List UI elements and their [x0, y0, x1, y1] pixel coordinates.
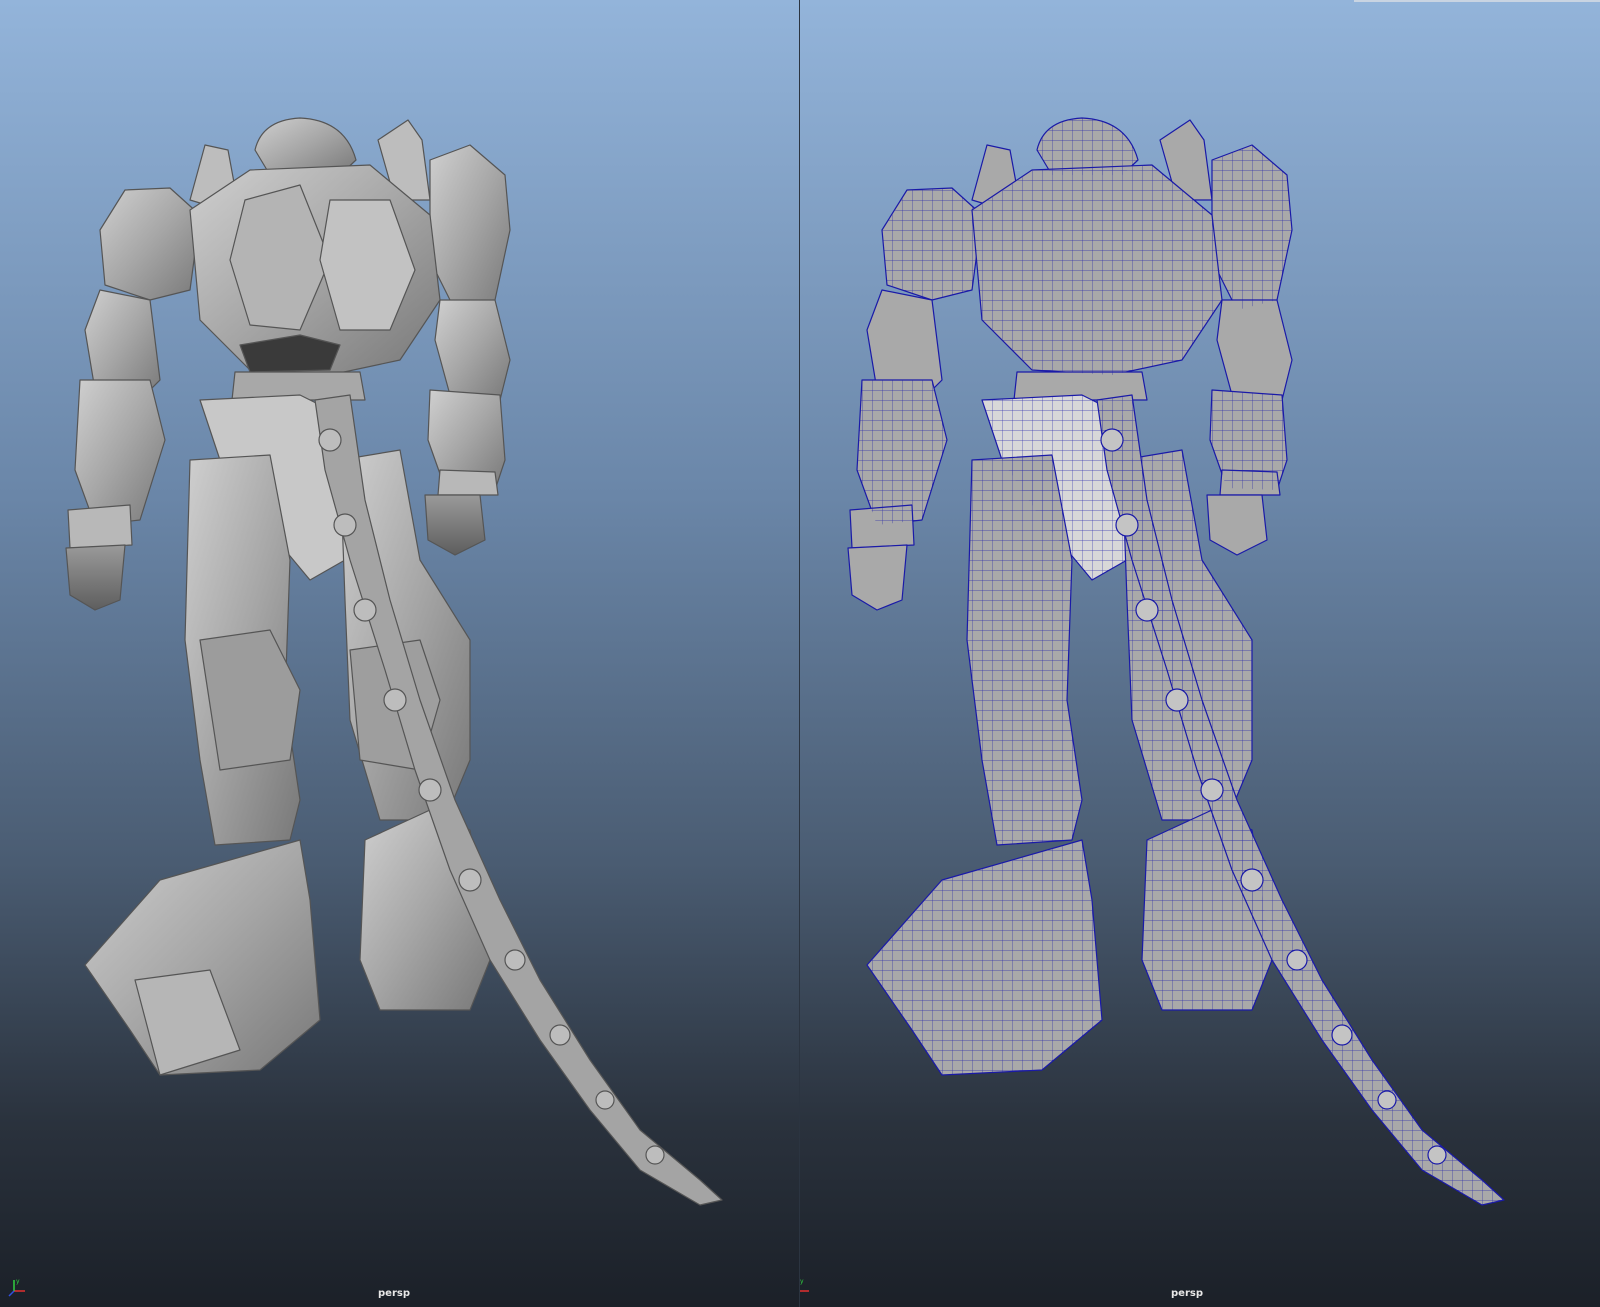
axis-gizmo-icon: y — [8, 1277, 28, 1297]
svg-text:y: y — [800, 1278, 804, 1285]
dual-viewport-layout: y persp y persp — [0, 0, 1600, 1307]
svg-text:y: y — [16, 1278, 20, 1285]
camera-name-label: persp — [378, 1288, 410, 1299]
viewport-left[interactable]: y persp — [0, 0, 800, 1307]
panel-edge-highlight — [1354, 0, 1600, 2]
axis-gizmo-icon: y — [800, 1277, 812, 1297]
viewport-right[interactable]: y persp — [800, 0, 1600, 1307]
robot-model-shaded[interactable] — [0, 0, 800, 1307]
camera-name-label: persp — [1171, 1288, 1203, 1299]
robot-model-wireframe[interactable] — [800, 0, 1600, 1307]
